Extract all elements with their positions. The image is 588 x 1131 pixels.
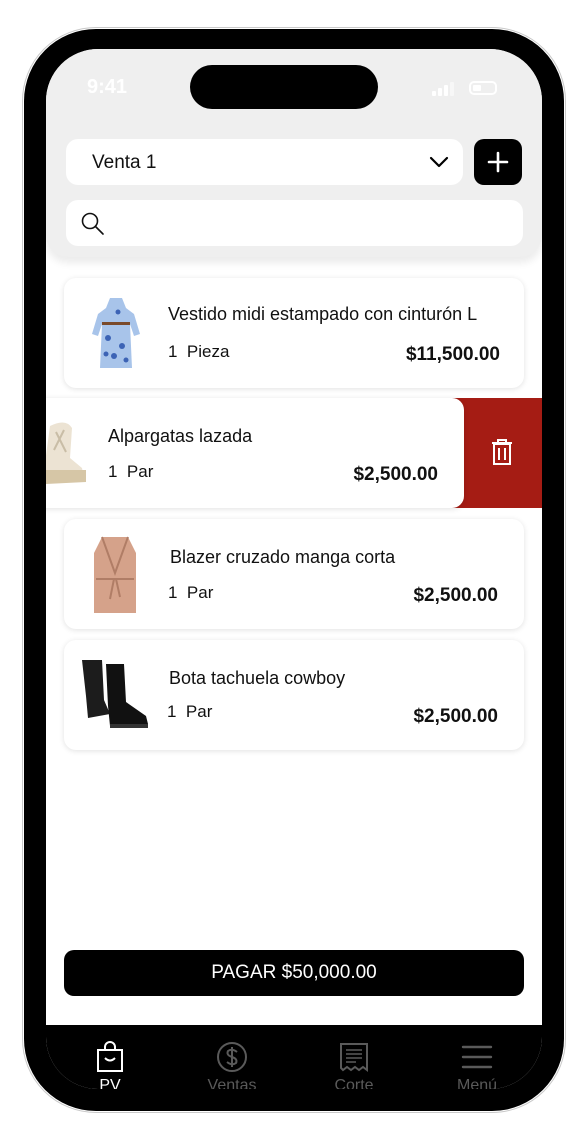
- cart-item[interactable]: Blazer cruzado manga corta 1 Par $2,500.…: [64, 519, 524, 629]
- item-name: Alpargatas lazada: [108, 426, 253, 446]
- tab-label: Corte: [334, 1077, 374, 1089]
- search-icon: [81, 212, 104, 235]
- item-name: Bota tachuela cowboy: [169, 668, 346, 688]
- receipt-icon: [340, 1043, 368, 1072]
- tab-ventas[interactable]: Ventas: [187, 1041, 277, 1089]
- tab-corte[interactable]: Corte: [309, 1041, 399, 1089]
- signal-icon: [432, 82, 454, 96]
- item-name: Blazer cruzado manga corta: [170, 547, 396, 567]
- sale-selector[interactable]: Venta 1: [66, 139, 463, 185]
- item-quantity: 1 Par: [168, 583, 214, 602]
- dress-image: [92, 298, 140, 368]
- item-quantity: 1 Par: [167, 702, 213, 721]
- item-name: Vestido midi estampado con cinturón L: [168, 304, 478, 324]
- trash-icon: [492, 439, 512, 465]
- item-price: $2,500.00: [413, 706, 498, 727]
- item-price: $2,500.00: [353, 464, 438, 485]
- status-time: 9:41: [87, 76, 128, 98]
- tab-pv[interactable]: PV: [65, 1041, 155, 1089]
- shopping-bag-icon: [97, 1041, 123, 1072]
- menu-icon: [461, 1045, 493, 1069]
- item-quantity: 1 Pieza: [168, 342, 230, 361]
- item-quantity: 1 Par: [108, 462, 154, 481]
- battery-icon: [469, 81, 497, 95]
- cart-item-swiped[interactable]: Alpargatas lazada 1 Par $2,500.00: [46, 398, 464, 508]
- add-sale-button[interactable]: [474, 139, 522, 185]
- boot-image: [82, 660, 148, 728]
- espadrille-image: [46, 422, 86, 484]
- screen: 9:41 Venta 1 Vestido midi estampado con …: [46, 49, 542, 1089]
- dynamic-island: [190, 65, 378, 109]
- chevron-down-icon: [429, 156, 449, 168]
- tab-menu[interactable]: Menú: [432, 1041, 522, 1089]
- tab-label: PV: [99, 1077, 121, 1089]
- item-price: $2,500.00: [413, 585, 498, 606]
- tab-label: Ventas: [207, 1077, 257, 1089]
- search-input[interactable]: [66, 200, 523, 246]
- bottom-tab-bar: PV Ventas Corte Menú: [46, 1025, 542, 1089]
- tab-label: Menú: [456, 1077, 498, 1089]
- pay-button[interactable]: PAGAR $50,000.00: [64, 950, 524, 996]
- cart-item[interactable]: Bota tachuela cowboy 1 Par $2,500.00: [64, 640, 524, 750]
- dollar-circle-icon: [217, 1042, 247, 1072]
- item-price: $11,500.00: [405, 344, 500, 365]
- cart-item[interactable]: Vestido midi estampado con cinturón L 1 …: [64, 278, 524, 388]
- blazer-image: [94, 536, 136, 613]
- plus-icon: [487, 151, 509, 173]
- header-area: 9:41 Venta 1: [46, 49, 542, 257]
- sale-selector-label: Venta 1: [92, 152, 157, 173]
